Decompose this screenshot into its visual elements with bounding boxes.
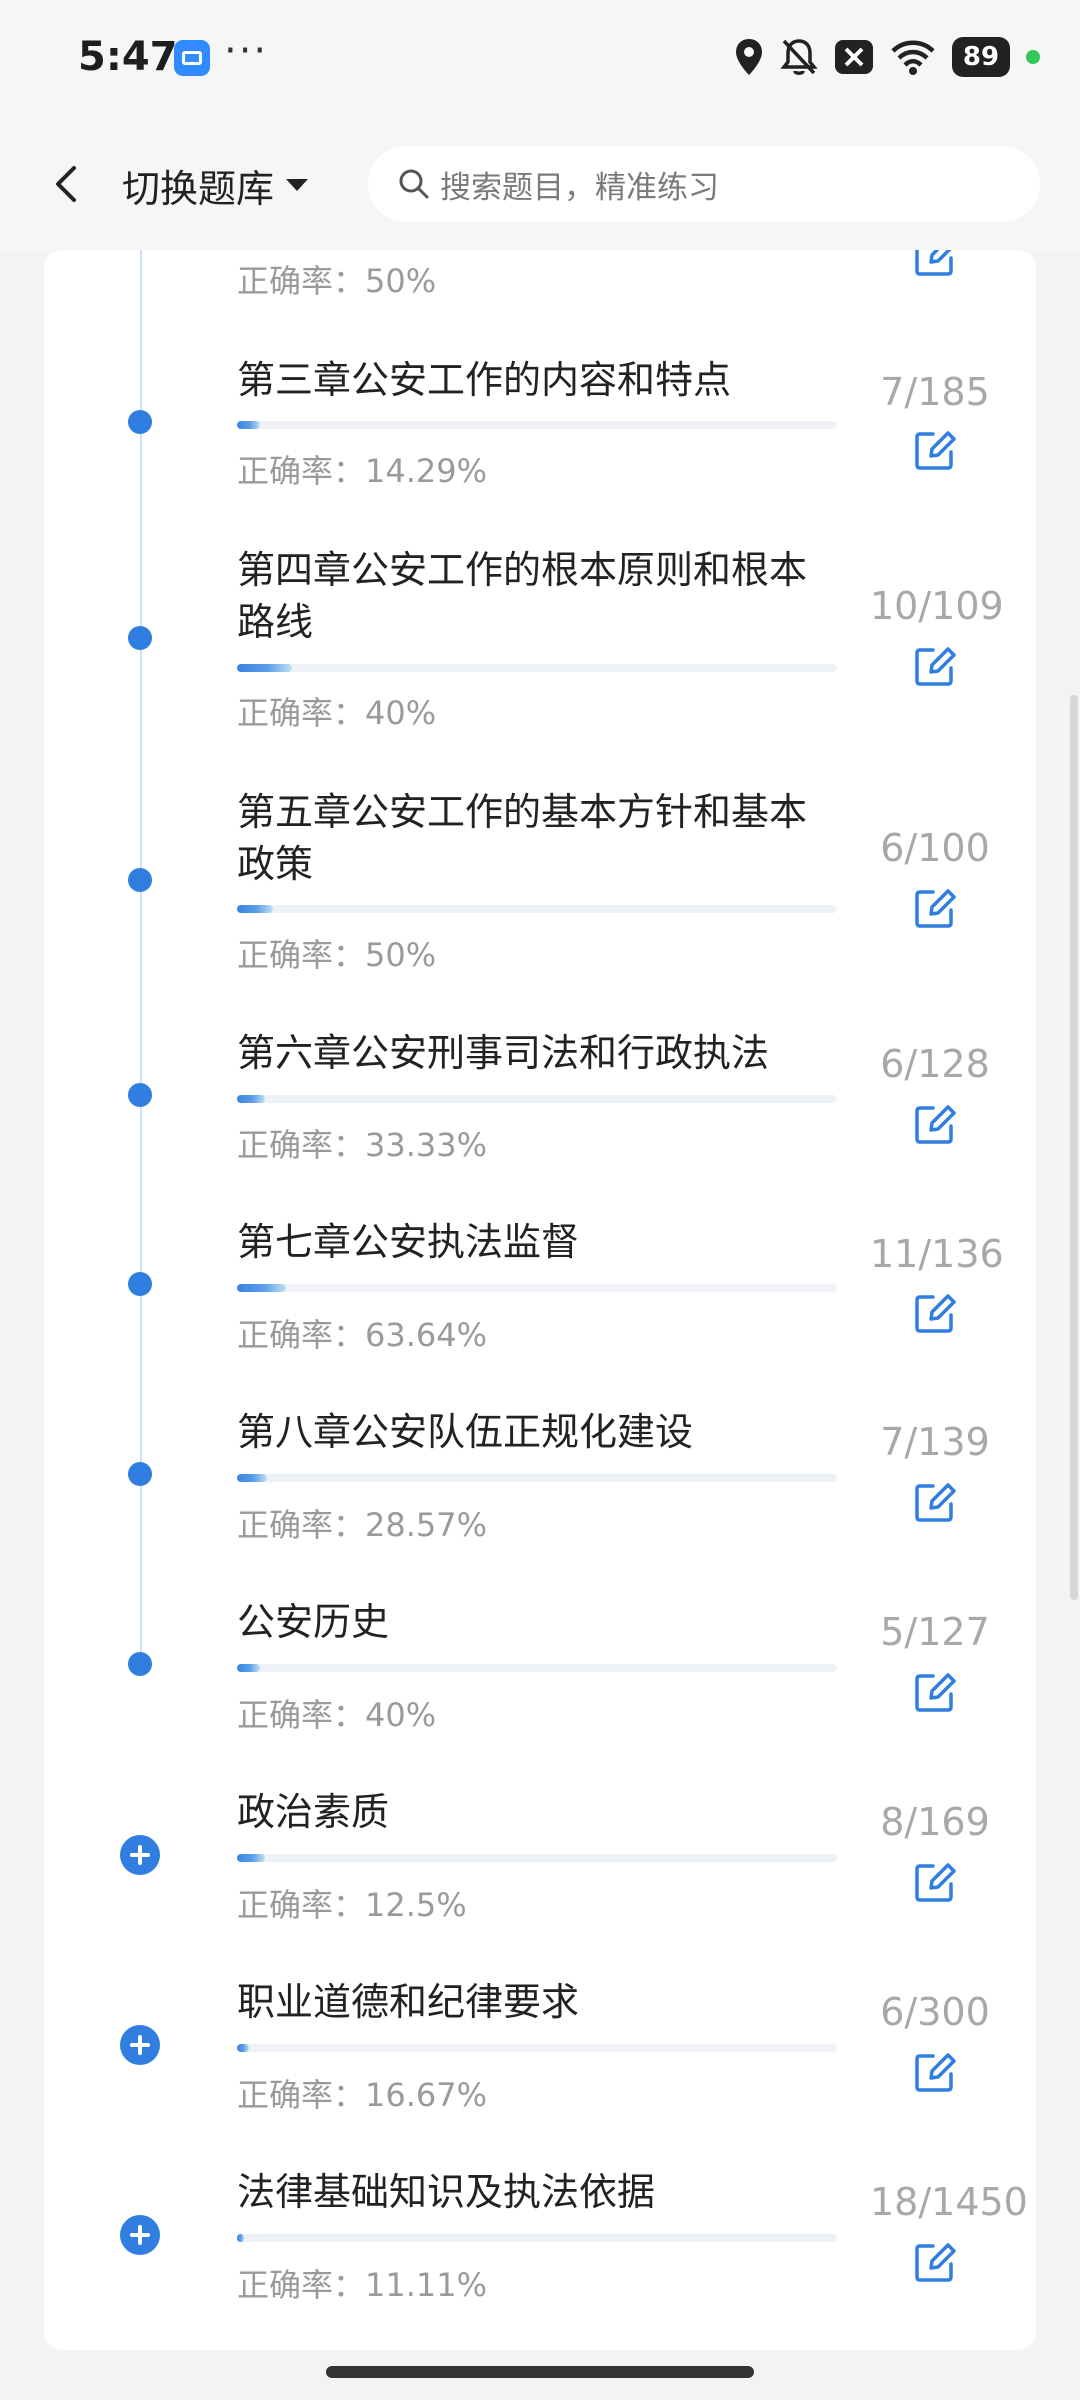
status-bar: 5:47 ··· 89 [0,0,1080,118]
question-count: 11/136 [870,1232,1004,1276]
progress-fill [237,1854,266,1862]
progress-fill [237,421,260,429]
progress-track [237,664,837,672]
status-icons: 89 [734,34,1040,80]
location-icon [736,39,762,75]
chapter-title: 第三章公安工作的内容和特点 [237,358,732,402]
caret-down-icon [286,179,309,191]
expand-plus-icon[interactable] [120,1835,160,1875]
question-count: 7/185 [880,370,990,414]
edit-icon[interactable] [911,1668,959,1716]
question-count: 5/127 [880,1610,990,1654]
question-count: 7/139 [880,1420,990,1464]
chapter-title: 政治素质 [237,1790,390,1834]
row-accuracy: 正确率：33.33% [237,1126,488,1164]
row-accuracy: 正确率：12.5% [237,1886,467,1924]
progress-track [237,1664,837,1672]
wallet-app-icon [174,40,210,76]
progress-fill [237,1284,286,1292]
bell-muted-icon [780,39,818,75]
progress-fill [237,905,273,913]
progress-track [237,1854,837,1862]
edit-icon[interactable] [911,1100,959,1148]
row-accuracy: 正确率：40% [237,1696,437,1734]
timeline-dot [128,1652,152,1676]
back-arrow-icon[interactable] [40,156,96,212]
chapter-title: 职业道德和纪律要求 [237,1980,580,2024]
progress-fill [237,2234,245,2242]
row-accuracy: 正确率：50% [237,936,437,974]
question-count: 6/128 [880,1042,990,1086]
expand-plus-icon[interactable] [120,2025,160,2065]
progress-fill [237,1474,267,1482]
edit-icon[interactable] [911,2238,959,2286]
timeline-dot [128,868,152,892]
timeline-dot [128,410,152,434]
top-navigation-bar: 切换题库 搜索题目，精准练习 [0,118,1080,250]
question-count: 10/109 [870,584,1004,628]
progress-track [237,2234,837,2242]
progress-track [237,1095,837,1103]
search-icon [399,169,429,199]
progress-fill [237,1095,266,1103]
row-accuracy: 正确率：14.29% [237,452,488,490]
chapter-title: 公安历史 [237,1600,390,1644]
row-accuracy: 正确率：11.11% [237,2266,488,2304]
chapter-title: 第七章公安执法监督 [237,1220,580,1264]
row-accuracy: 正确率：16.67% [237,2076,488,2114]
expand-plus-icon[interactable] [120,2215,160,2255]
status-time: 5:47 [78,34,178,80]
question-count: 6/100 [880,826,990,870]
switch-question-bank-label: 切换题库 [122,166,275,211]
scrollbar[interactable] [1070,695,1078,1600]
chapter-title: 第八章公安队伍正规化建设 [237,1410,694,1454]
progress-track [237,905,837,913]
row-accuracy: 正确率：28.57% [237,1506,488,1544]
edit-icon[interactable] [911,642,959,690]
home-indicator[interactable] [326,2366,754,2378]
progress-track [237,421,837,429]
progress-fill [237,664,293,672]
wifi-icon [891,40,935,75]
progress-fill [237,2044,249,2052]
switch-question-bank-button[interactable]: 切换题库 [122,160,310,211]
question-count: 6/300 [880,1990,990,2034]
privacy-dot [1026,50,1040,64]
timeline-dot [128,1083,152,1107]
chapter-title: 第六章公安刑事司法和行政执法 [237,1031,770,1075]
row-accuracy: 正确率：63.64% [237,1316,488,1354]
row-accuracy: 正确率：50% [237,262,437,300]
search-input[interactable]: 搜索题目，精准练习 [368,146,1040,222]
timeline-dot [128,626,152,650]
progress-track [237,1284,837,1292]
chapter-title: 第四章公安工作的根本原则和根本路线 [237,548,808,644]
edit-icon[interactable] [911,1478,959,1526]
timeline-dot [128,1272,152,1296]
battery-indicator: 89 [952,37,1010,77]
timeline-dot [128,1462,152,1486]
chapter-title: 第五章公安工作的基本方针和基本政策 [237,790,808,886]
edit-icon[interactable] [911,1289,959,1337]
close-box-icon [835,40,873,74]
edit-icon[interactable] [911,884,959,932]
question-count: 8/169 [880,1800,990,1844]
edit-icon[interactable] [911,1858,959,1906]
edit-icon[interactable] [911,426,959,474]
question-count: 18/1450 [870,2180,1028,2224]
progress-track [237,2044,837,2052]
search-placeholder: 搜索题目，精准练习 [440,169,719,206]
row-accuracy: 正确率：40% [237,694,437,732]
progress-track [237,1474,837,1482]
timeline-line [140,250,142,1668]
edit-icon[interactable] [911,2048,959,2096]
chapter-title: 法律基础知识及执法依据 [237,2170,656,2214]
progress-fill [237,1664,261,1672]
more-notifications-icon: ··· [224,28,269,74]
